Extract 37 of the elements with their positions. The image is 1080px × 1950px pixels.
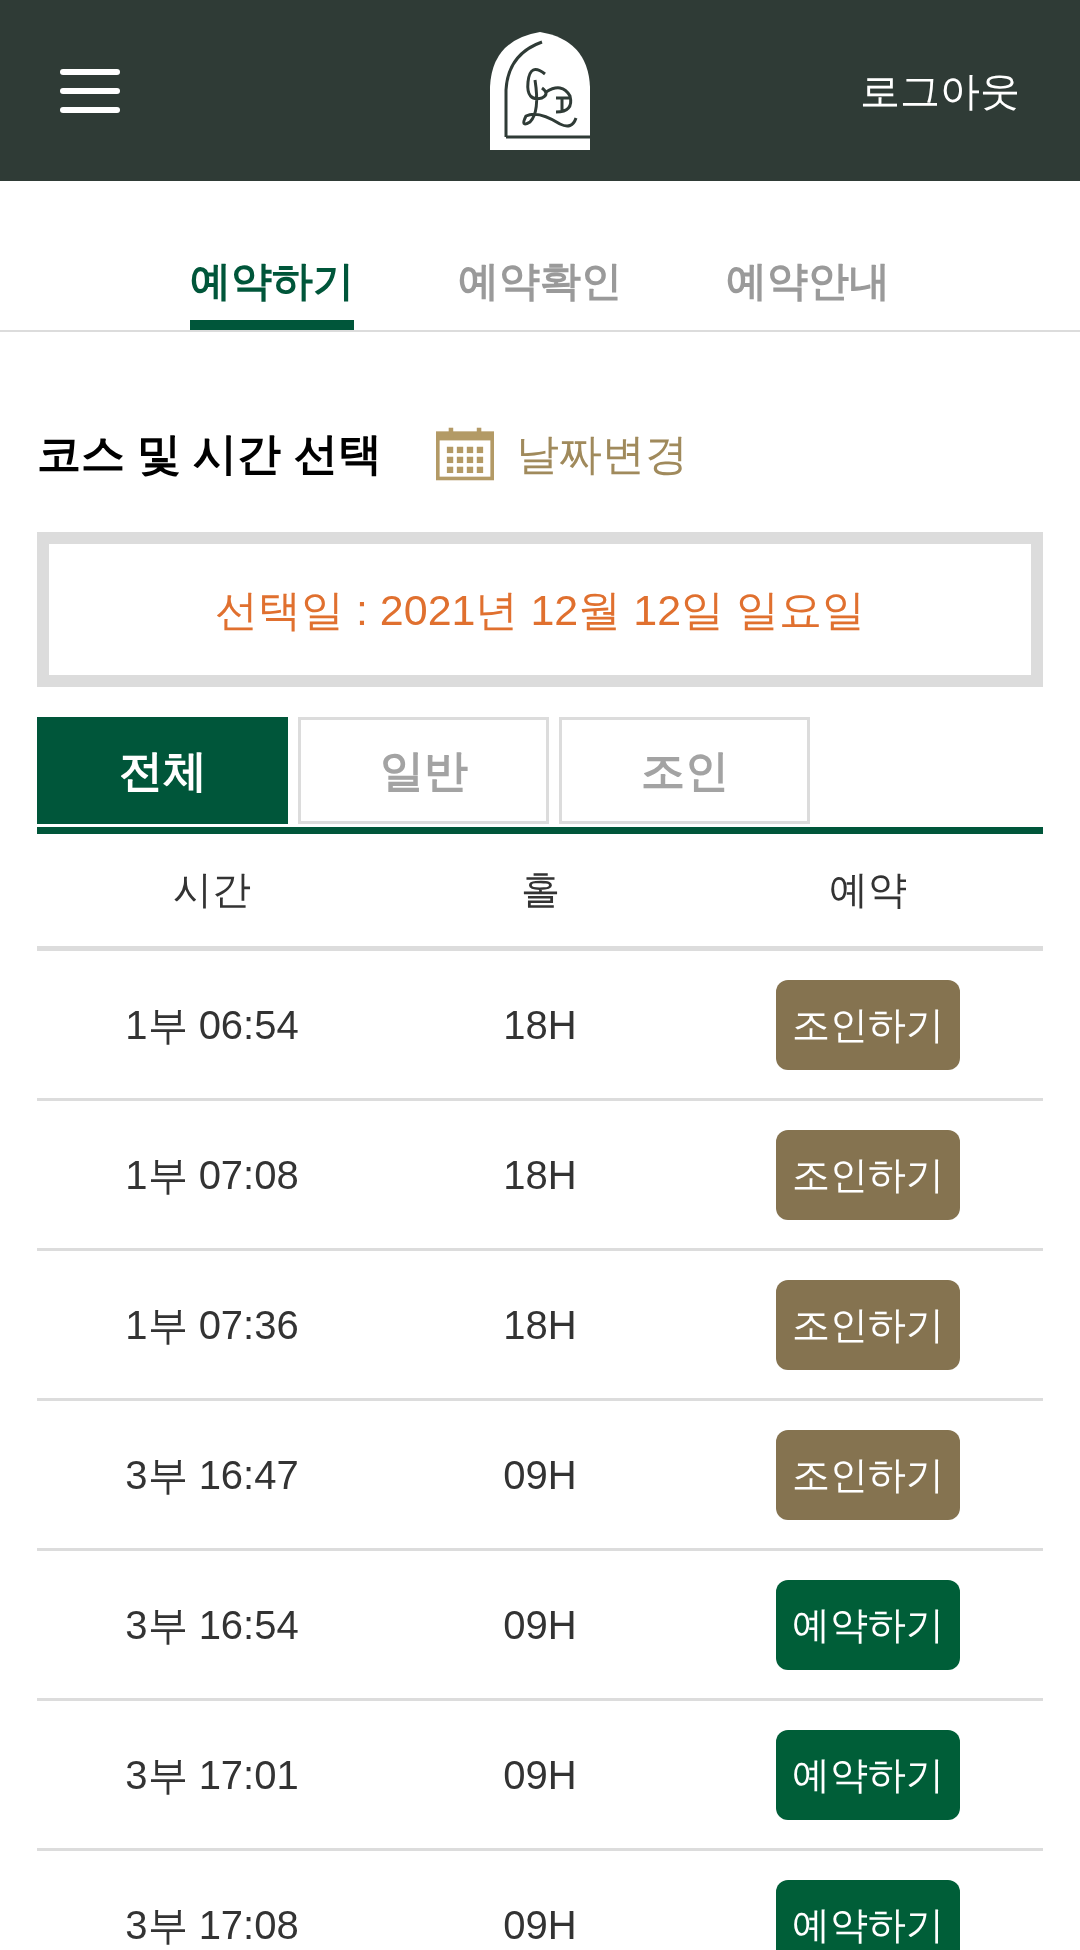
tee-time: 1부 07:36 xyxy=(125,1301,299,1349)
holes-cell-text: 09H xyxy=(503,1751,577,1799)
change-date-button[interactable]: 날짜변경 xyxy=(435,426,688,482)
selected-date-text: 선택일 : 2021년 12월 12일 일요일 xyxy=(215,584,865,636)
join-button[interactable]: 조인하기 xyxy=(776,1129,960,1220)
filter-tab[interactable]: 전체 xyxy=(37,717,288,824)
reserve-button[interactable]: 예약하기 xyxy=(776,1579,960,1670)
column-header: 예약 xyxy=(829,867,907,913)
section-title: 코스 및 시간 선택 xyxy=(37,428,382,480)
join-button[interactable]: 조인하기 xyxy=(776,1429,960,1520)
holes-cell-text: 09H xyxy=(503,1601,577,1649)
join-button[interactable]: 조인하기 xyxy=(776,1279,960,1370)
tee-time: 3부 17:01 xyxy=(125,1751,299,1799)
tee-time: 3부 16:54 xyxy=(125,1601,299,1649)
tee-time: 3부 17:08 xyxy=(125,1901,299,1949)
nav-tab[interactable]: 예약하기 xyxy=(190,181,354,330)
calendar-icon xyxy=(435,427,494,481)
arch-logo-icon[interactable] xyxy=(490,31,590,150)
holes-cell-text: 18H xyxy=(503,1001,577,1049)
holes-cell-text: 18H xyxy=(503,1151,577,1199)
tee-time: 1부 06:54 xyxy=(125,1001,299,1049)
column-header: 시간 xyxy=(173,867,251,913)
holes-cell-text: 18H xyxy=(503,1301,577,1349)
reserve-button[interactable]: 예약하기 xyxy=(776,1729,960,1820)
logout-link[interactable]: 로그아웃 xyxy=(860,66,1020,115)
column-header: 홀 xyxy=(520,867,560,913)
join-button[interactable]: 조인하기 xyxy=(776,979,960,1070)
reserve-button[interactable]: 예약하기 xyxy=(776,1879,960,1950)
nav-tab[interactable]: 예약확인 xyxy=(458,181,622,330)
filter-tab[interactable]: 일반 xyxy=(298,717,549,824)
tee-time: 3부 16:47 xyxy=(125,1451,299,1499)
nav-tab[interactable]: 예약안내 xyxy=(726,181,890,330)
tee-time: 1부 07:08 xyxy=(125,1151,299,1199)
menu-icon[interactable] xyxy=(60,68,120,113)
filter-tab[interactable]: 조인 xyxy=(559,717,810,824)
holes-cell-text: 09H xyxy=(503,1901,577,1949)
holes-cell-text: 09H xyxy=(503,1451,577,1499)
